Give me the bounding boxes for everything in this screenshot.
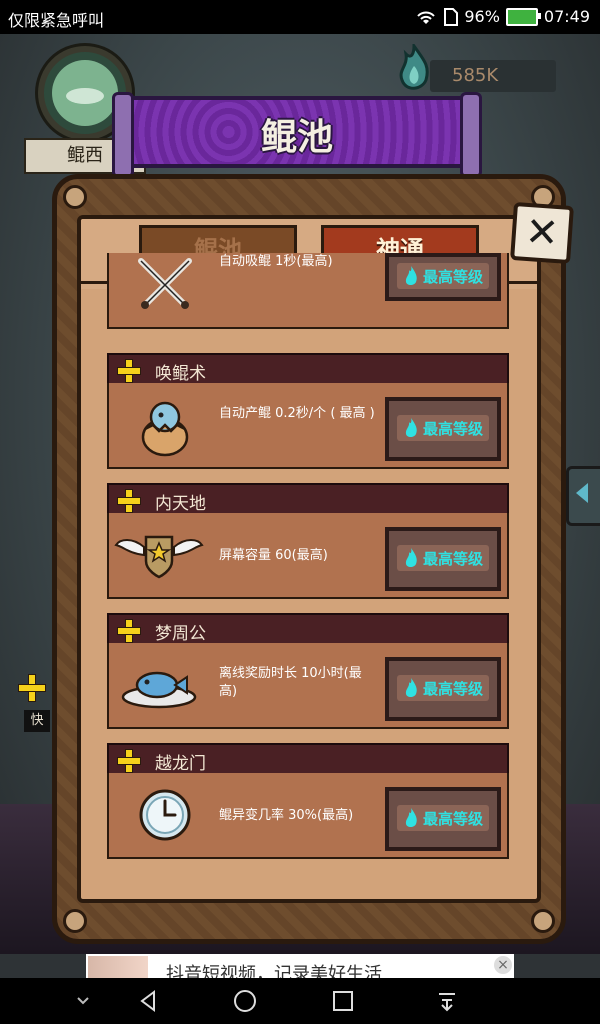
- battery-percent: 96%: [464, 7, 500, 26]
- skill-body: 鲲异变几率 30%(最高) 最高等级: [107, 773, 509, 859]
- plus-icon: [117, 489, 141, 513]
- home-icon[interactable]: [230, 988, 260, 1014]
- status-bar: 仅限紧急呼叫 96% 07:49: [0, 0, 600, 34]
- skill-description: 自动产鲲 0.2秒/个 ( 最高 ): [219, 406, 375, 421]
- max-level-button[interactable]: 最高等级: [385, 527, 501, 591]
- ad-close-icon[interactable]: ×: [494, 956, 512, 974]
- max-level-label: 最高等级: [423, 810, 484, 828]
- game-scene: 鲲西 585K 鲲池 快 鲲池 神通 自动吸鲲 1秒(最高) 最高等级 唤鲲术 …: [0, 34, 600, 954]
- max-level-badge: 最高等级: [397, 415, 489, 441]
- frame-knob: [531, 909, 555, 933]
- max-level-button[interactable]: 最高等级: [385, 253, 501, 301]
- skill-header: 梦周公: [107, 613, 509, 647]
- max-level-label: 最高等级: [423, 268, 484, 286]
- spirit-flame-icon: [399, 44, 429, 90]
- skills-window: 鲲池 神通 自动吸鲲 1秒(最高) 最高等级 唤鲲术 自动产鲲 0.2秒/个 (…: [52, 174, 566, 944]
- crossed-swords-icon: [138, 258, 192, 309]
- max-level-button[interactable]: 最高等级: [385, 657, 501, 721]
- max-level-badge: 最高等级: [397, 805, 489, 831]
- currency-display: 585K: [399, 44, 556, 92]
- max-level-button[interactable]: 最高等级: [385, 397, 501, 461]
- title-banner: 鲲池: [112, 92, 482, 178]
- expand-arrow-button[interactable]: [566, 466, 600, 526]
- skills-list[interactable]: 自动吸鲲 1秒(最高) 最高等级 唤鲲术 自动产鲲 0.2秒/个 (最高) …: [81, 253, 537, 899]
- recents-icon[interactable]: [328, 988, 358, 1014]
- spirit-flame-icon: [405, 808, 417, 827]
- sim-card-icon: [444, 7, 459, 26]
- max-level-badge: 最高等级: [397, 263, 489, 289]
- close-icon: ✕: [523, 208, 561, 258]
- plus-icon: [117, 749, 141, 773]
- skill-body: 自动吸鲲 1秒(最高) 最高等级: [107, 253, 509, 329]
- speed-tag[interactable]: 快: [24, 710, 50, 732]
- skill-description: 鲲异变几率 30%(最高): [219, 808, 354, 823]
- skill-name: 内天地: [155, 494, 206, 514]
- plus-icon: [117, 619, 141, 643]
- clock-icon: [139, 789, 191, 841]
- spirit-flame-icon: [405, 678, 417, 697]
- chevron-down-icon[interactable]: [68, 988, 98, 1014]
- max-level-button[interactable]: 最高等级: [385, 787, 501, 851]
- spirit-flame-icon: [405, 266, 417, 285]
- notification-pull-icon[interactable]: [432, 988, 462, 1014]
- spirit-flame-icon: [405, 418, 417, 437]
- skill-description: 屏幕容量 60(最高): [219, 548, 328, 563]
- avatar-portrait: [52, 60, 118, 126]
- max-level-label: 最高等级: [423, 550, 484, 568]
- clock-time: 07:49: [543, 7, 590, 26]
- winged-star-badge-icon: [114, 535, 204, 579]
- skill-body: 自动产鲲 0.2秒/个 ( 最高 ) 最高等级: [107, 383, 509, 469]
- frame-knob: [63, 185, 87, 209]
- fish-icon: [66, 88, 104, 104]
- ad-text: 抖音短视频，记录美好生活: [166, 964, 382, 978]
- currency-amount: 585K: [452, 65, 499, 86]
- status-icons: 96% 07:49: [414, 7, 590, 26]
- skill-header: 唤鲲术: [107, 353, 509, 387]
- plus-icon: [117, 359, 141, 383]
- navigation-bar: [0, 978, 600, 1024]
- skill-description: 自动吸鲲 1秒(最高): [219, 254, 333, 269]
- egg-chick-icon: [141, 401, 189, 457]
- skill-body: 离线奖励时长 10小时(最高) 最高等级: [107, 643, 509, 729]
- skill-name: 越龙门: [155, 754, 206, 774]
- carrier-text: 仅限紧急呼叫: [8, 11, 105, 30]
- ad-thumbnail: [88, 956, 148, 978]
- max-level-badge: 最高等级: [397, 675, 489, 701]
- side-plus-button[interactable]: [18, 674, 46, 702]
- battery-icon: [505, 7, 541, 26]
- skill-name: 梦周公: [155, 624, 206, 644]
- spirit-flame-icon: [405, 548, 417, 567]
- skills-panel: 鲲池 神通 自动吸鲲 1秒(最高) 最高等级 唤鲲术 自动产鲲 0.2秒/个 (…: [77, 215, 541, 903]
- wifi-icon: [417, 11, 436, 24]
- skill-header: 内天地: [107, 483, 509, 517]
- skill-description: 离线奖励时长 10小时(最高): [219, 666, 362, 699]
- frame-knob: [63, 909, 87, 933]
- skill-name: 唤鲲术: [155, 364, 206, 384]
- skill-header: 越龙门: [107, 743, 509, 777]
- fish-on-plate-icon: [121, 671, 197, 709]
- max-level-label: 最高等级: [423, 680, 484, 698]
- back-icon[interactable]: [134, 988, 164, 1014]
- close-button[interactable]: ✕: [510, 201, 574, 265]
- max-level-label: 最高等级: [423, 420, 484, 438]
- page-title: 鲲池: [260, 117, 333, 158]
- skill-body: 屏幕容量 60(最高) 最高等级: [107, 513, 509, 599]
- max-level-badge: 最高等级: [397, 545, 489, 571]
- ad-banner[interactable]: 抖音短视频，记录美好生活 ×: [86, 954, 514, 978]
